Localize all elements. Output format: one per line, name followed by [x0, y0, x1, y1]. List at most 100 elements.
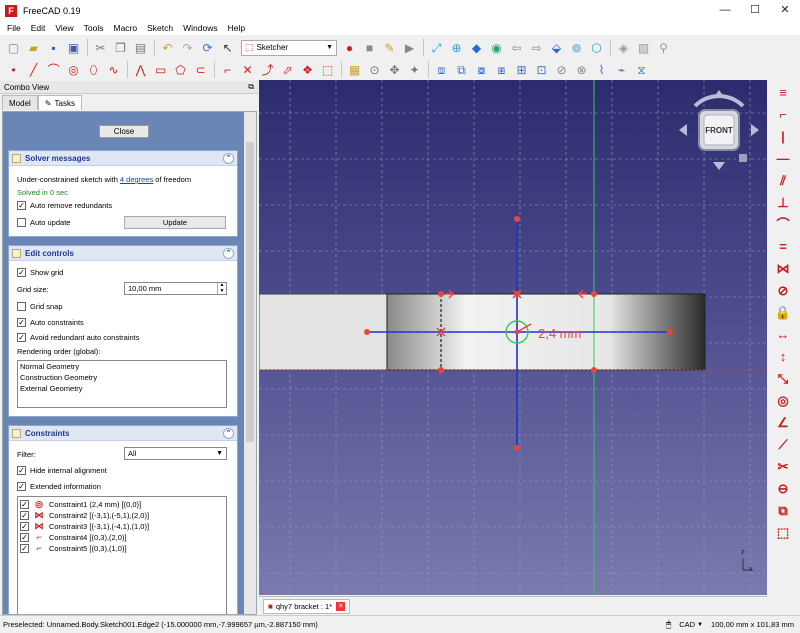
create-arc-icon[interactable]: ⌒: [44, 60, 63, 79]
std-view-icon[interactable]: ⊚: [567, 38, 586, 57]
rendering-order-list[interactable]: Normal Geometry Construction Geometry Ex…: [17, 360, 227, 408]
edit-controls-header[interactable]: Edit controls ⌃: [9, 246, 237, 261]
spinbox-arrows-icon[interactable]: ▲ ▼: [217, 282, 226, 294]
menu-sketch[interactable]: Sketch: [142, 23, 178, 33]
list-item[interactable]: Normal Geometry: [18, 361, 226, 372]
constrain-tangent-icon[interactable]: ⌒: [774, 216, 792, 234]
construction-mode-icon[interactable]: ⬚: [318, 60, 337, 79]
3d-viewport[interactable]: 2,4 mm z x FRONT: [259, 80, 767, 595]
open-file-icon[interactable]: ▰: [24, 38, 43, 57]
checkbox-checked-icon[interactable]: ✓: [20, 500, 29, 509]
constrain-horizontal-icon[interactable]: —: [774, 150, 792, 168]
auto-constraints-checkbox[interactable]: ✓ Auto constraints: [17, 318, 84, 327]
constrain-lock-icon[interactable]: 🔒: [774, 304, 792, 322]
scrollbar-thumb[interactable]: [246, 142, 254, 442]
document-tab[interactable]: ■ qhy7 bracket : 1* ✕: [263, 599, 351, 614]
nav-style-icon[interactable]: 🖱: [666, 619, 671, 630]
select-vertical-axis-icon[interactable]: ✥: [385, 60, 404, 79]
constraints-list[interactable]: ✓ ◎ Constraint1 (2,4 mm) [(0,0)] ✓ ⋈ Con…: [17, 496, 227, 614]
radius-dimension-label[interactable]: 2,4 mm: [538, 326, 581, 341]
checkbox-checked-icon[interactable]: ✓: [20, 522, 29, 531]
hide-internal-alignment-checkbox[interactable]: ✓ Hide internal alignment: [17, 466, 107, 475]
external-geometry-icon[interactable]: ⬀: [278, 60, 297, 79]
maximize-button[interactable]: ☐: [740, 0, 770, 21]
nav-arrow-left-icon[interactable]: [679, 124, 687, 136]
constrain-vertical-icon[interactable]: |: [774, 128, 792, 146]
remove-axes-alignment-icon[interactable]: ⊡: [532, 60, 551, 79]
checkbox-checked-icon[interactable]: ✓: [20, 533, 29, 542]
nav-arrow-up-icon[interactable]: [713, 90, 725, 98]
create-line-icon[interactable]: ╱: [24, 60, 43, 79]
update-button[interactable]: Update: [124, 216, 226, 229]
part-icon[interactable]: ◈: [614, 38, 633, 57]
menu-macro[interactable]: Macro: [108, 23, 142, 33]
grid-size-field[interactable]: 10,00 mm ▲ ▼: [124, 282, 227, 295]
constraint-row[interactable]: ✓ ⋈ Constraint2 [(-3,1),(-5,1),(2,0)]: [18, 510, 226, 521]
trim-icon[interactable]: ✕: [238, 60, 257, 79]
tab-model[interactable]: Model: [2, 95, 38, 110]
record-macro-icon[interactable]: ●: [340, 38, 359, 57]
constrain-perpendicular-icon[interactable]: ⊥: [774, 194, 792, 212]
toggle-driving-icon[interactable]: ✂: [774, 458, 792, 476]
toggle-active-icon[interactable]: ⊖: [774, 480, 792, 498]
select-constraints-icon[interactable]: ▦: [345, 60, 364, 79]
create-slot-icon[interactable]: ⊂: [191, 60, 210, 79]
navigation-cube[interactable]: FRONT: [677, 88, 761, 172]
show-grid-checkbox[interactable]: ✓ Show grid: [17, 268, 63, 277]
play-macro-icon[interactable]: ▶: [400, 38, 419, 57]
forward-icon[interactable]: ⇨: [527, 38, 546, 57]
create-polygon-icon[interactable]: ⬠: [171, 60, 190, 79]
whats-this-icon[interactable]: ↖: [218, 38, 237, 57]
solver-messages-header[interactable]: Solver messages ⌃: [9, 151, 237, 166]
constrain-equal-icon[interactable]: =: [774, 238, 792, 256]
move-icon[interactable]: ⧆: [492, 60, 511, 79]
menu-file[interactable]: File: [2, 23, 26, 33]
create-circle-icon[interactable]: ◎: [64, 60, 83, 79]
redo-icon[interactable]: ↷: [178, 38, 197, 57]
create-conic-icon[interactable]: ⬯: [84, 60, 103, 79]
close-sketch-button[interactable]: Close: [99, 125, 149, 138]
nav-cube-face-label[interactable]: FRONT: [705, 126, 733, 135]
constraint-row[interactable]: ✓ ⋈ Constraint3 [(-3,1),(-4,1),(1,0)]: [18, 521, 226, 532]
fit-selection-icon[interactable]: ⊕: [447, 38, 466, 57]
create-point-icon[interactable]: •: [4, 60, 23, 79]
close-window-button[interactable]: ✕: [770, 0, 800, 21]
rectangular-array-icon[interactable]: ⊞: [512, 60, 531, 79]
list-item[interactable]: External Geometry: [18, 383, 226, 394]
constrain-vertical-distance-icon[interactable]: ↕: [774, 348, 792, 366]
bspline-polygon-icon[interactable]: ⧖: [632, 60, 651, 79]
constrain-point-on-object-icon[interactable]: ⌐: [774, 106, 792, 124]
create-polyline-icon[interactable]: ⋀: [131, 60, 150, 79]
sync-view-icon[interactable]: ◉: [487, 38, 506, 57]
create-rectangle-icon[interactable]: ▭: [151, 60, 170, 79]
save-as-icon[interactable]: ▣: [64, 38, 83, 57]
constrain-radius-icon[interactable]: ◎: [774, 392, 792, 410]
degrees-of-freedom-link[interactable]: 4 degrees: [120, 175, 153, 184]
refresh-icon[interactable]: ⟳: [198, 38, 217, 57]
float-panel-icon[interactable]: ⧉: [248, 82, 254, 92]
constraint-row[interactable]: ✓ ◎ Constraint1 (2,4 mm) [(0,0)]: [18, 499, 226, 510]
stop-macro-icon[interactable]: ■: [360, 38, 379, 57]
menu-tools[interactable]: Tools: [79, 23, 109, 33]
tab-tasks[interactable]: ✎ Tasks: [37, 95, 82, 110]
menu-windows[interactable]: Windows: [178, 23, 222, 33]
select-horizontal-axis-icon[interactable]: ✦: [405, 60, 424, 79]
clone-icon[interactable]: ⧉: [452, 60, 471, 79]
delete-all-constraints-icon[interactable]: ⊗: [572, 60, 591, 79]
constraint-row[interactable]: ✓ ⌐ Constraint4 [(0,3),(2,0)]: [18, 532, 226, 543]
toggle-construction-icon[interactable]: ⧉: [774, 502, 792, 520]
save-icon[interactable]: ▪: [44, 38, 63, 57]
collapse-icon[interactable]: ⌃: [223, 427, 234, 439]
bspline-degree-icon[interactable]: ⌇: [592, 60, 611, 79]
constrain-symmetric-icon[interactable]: ⋈: [774, 260, 792, 278]
link-icon[interactable]: ⚲: [654, 38, 673, 57]
constrain-snells-law-icon[interactable]: ⟋: [774, 436, 792, 454]
group-icon[interactable]: ▧: [634, 38, 653, 57]
collapse-icon[interactable]: ⌃: [223, 247, 234, 259]
nav-cube-menu-icon[interactable]: [739, 154, 747, 162]
fit-all-icon[interactable]: ⤢: [427, 38, 446, 57]
workbench-selector[interactable]: ⬚ Sketcher ▼: [241, 39, 337, 56]
new-document-icon[interactable]: ▢: [4, 38, 23, 57]
checkbox-checked-icon[interactable]: ✓: [20, 511, 29, 520]
constrain-parallel-icon[interactable]: ⫽: [774, 172, 792, 190]
